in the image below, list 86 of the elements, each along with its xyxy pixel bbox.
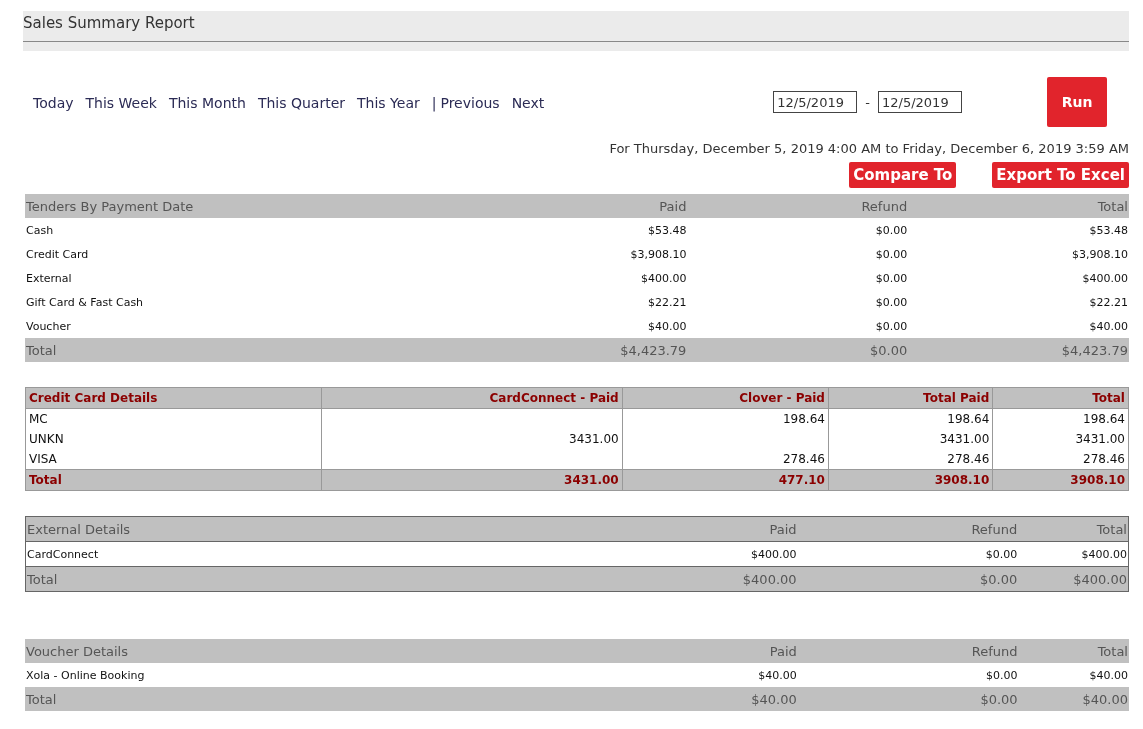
column-header: External Details [25,516,577,542]
column-header: Tenders By Payment Date [25,194,467,218]
table-cell: 198.64 [828,408,993,429]
table-cell: Cash [25,218,467,242]
total-cell: Total [25,338,467,362]
table-cell: CardConnect [25,541,577,567]
period-link[interactable]: Today [33,95,74,111]
column-header: Total [1018,516,1129,542]
table-cell: $40.00 [1018,663,1129,687]
table-cell-text: Gift Card & Fast Cash [25,294,145,311]
column-header: Clover - Paid [622,387,829,409]
column-header: Total Paid [828,387,993,409]
table-cell: 3431.00 [828,429,993,449]
period-link[interactable]: This Week [85,95,157,111]
total-cell: 3908.10 [828,469,993,491]
period-link[interactable]: This Year [357,95,420,111]
page-title: Sales Summary Report [23,11,1129,42]
table-cell: $40.00 [908,314,1129,338]
column-header: Total [908,194,1129,218]
action-button[interactable]: Compare To [849,162,957,188]
table-cell: $400.00 [1018,541,1129,567]
total-cell: Total [25,566,577,592]
total-cell: $4,423.79 [908,338,1129,362]
total-cell: 477.10 [622,469,829,491]
column-header: Refund [797,639,1019,663]
period-link[interactable]: Previous [440,95,500,111]
table-cell-text: $400.00 [1081,270,1129,287]
total-cell: $400.00 [1018,566,1129,592]
table-cell-text: Credit Card [25,246,90,263]
total-cell: $40.00 [1018,687,1129,711]
table-cell-text: $3,908.10 [629,246,688,263]
table-cell-text: $22.21 [646,294,688,311]
table-cell: 198.64 [622,408,829,429]
table-cell: $53.48 [908,218,1129,242]
period-link[interactable]: Next [511,95,545,111]
total-cell: Total [25,687,577,711]
total-cell: $40.00 [577,687,798,711]
separator: | [431,95,437,111]
table-cell: UNKN [25,429,322,449]
table-cell-text: $400.00 [639,270,688,287]
column-header: Refund [797,516,1019,542]
period-link[interactable]: This Month [168,95,246,111]
column-header: CardConnect - Paid [321,387,623,409]
date-separator: - [865,94,870,110]
table-cell: MC [25,408,322,429]
table-cell: $400.00 [577,541,798,567]
total-cell: $0.00 [797,566,1019,592]
column-header: Total [992,387,1129,409]
table-cell: 3431.00 [321,429,623,449]
total-cell: $0.00 [797,687,1019,711]
table-cell: $53.48 [466,218,688,242]
table-cell: Voucher [25,314,467,338]
table-cell-text: $0.00 [874,270,909,287]
table-cell: 3431.00 [992,429,1129,449]
table-cell: 198.64 [992,408,1129,429]
table-cell-text: $0.00 [874,294,909,311]
end-date-field[interactable]: 12/5/2019 [878,91,962,113]
table-cell: Xola - Online Booking [25,663,577,687]
column-header: Credit Card Details [25,387,322,409]
date-range-text: For Thursday, December 5, 2019 4:00 AM to Friday, December 6, 2019 3:59 AM [608,141,1129,156]
table-cell: $0.00 [797,663,1019,687]
column-header: Paid [577,639,798,663]
period-link[interactable]: This Quarter [257,95,346,111]
table-cell: $40.00 [577,663,798,687]
column-header: Total [1018,639,1129,663]
total-cell: $0.00 [687,338,909,362]
table-cell: $0.00 [797,541,1019,567]
column-header: Paid [577,516,798,542]
start-date-field[interactable]: 12/5/2019 [773,91,858,113]
total-cell: 3431.00 [321,469,623,491]
table-cell: $0.00 [687,314,909,338]
column-header: Refund [687,194,909,218]
total-cell: $400.00 [577,566,798,592]
column-header: Voucher Details [25,639,577,663]
total-cell: $4,423.79 [466,338,688,362]
table-cell: $40.00 [466,314,688,338]
column-header: Paid [466,194,688,218]
table-cell-text: $3,908.10 [1071,246,1129,263]
table-cell-text: External [25,270,73,287]
total-cell: Total [25,469,322,491]
total-cell: 3908.10 [992,469,1129,491]
table-cell-text: $0.00 [874,246,909,263]
run-button[interactable]: Run [1047,77,1107,127]
table-cell-text: $22.21 [1088,294,1129,311]
table-cell: $0.00 [687,218,909,242]
action-button[interactable]: Export To Excel [992,162,1129,188]
